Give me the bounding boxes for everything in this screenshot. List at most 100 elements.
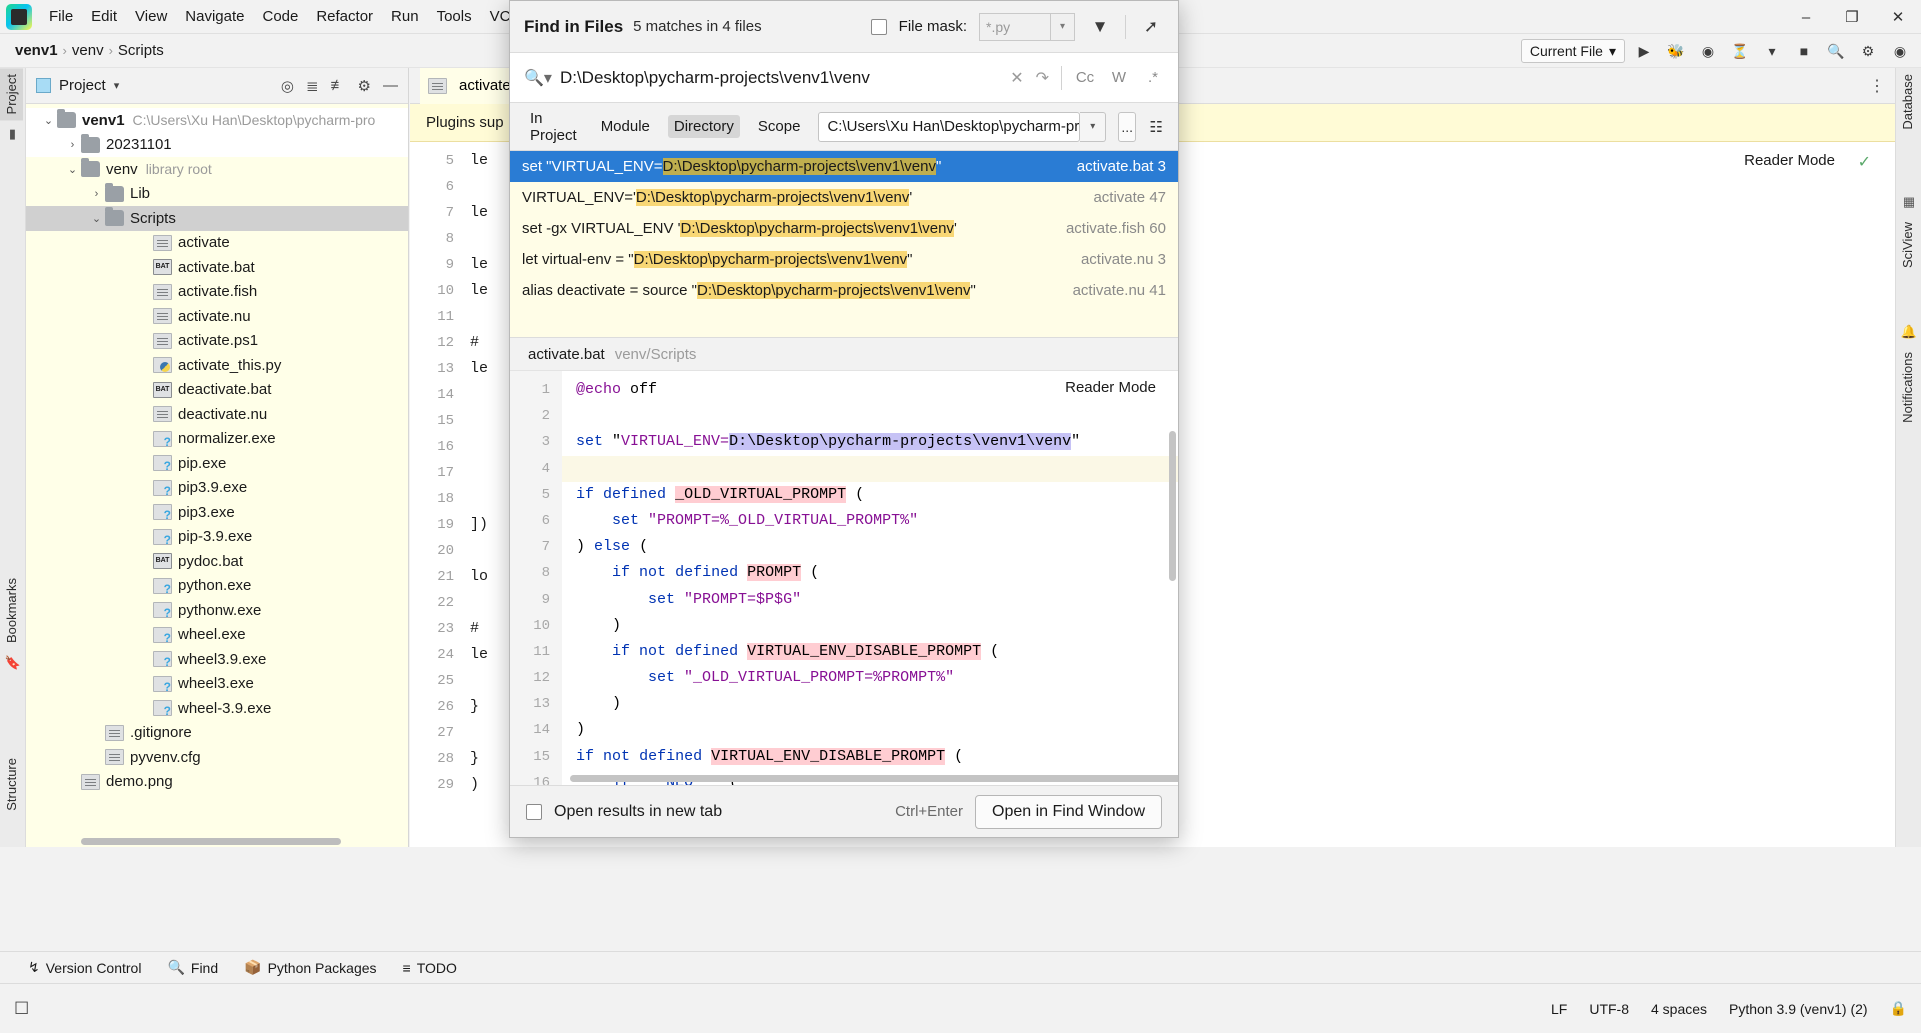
breadcrumb-venv[interactable]: venv — [69, 42, 107, 59]
tree-item-wheel3-9-exe[interactable]: wheel3.9.exe — [26, 647, 408, 672]
tree-item-demo-png[interactable]: demo.png — [26, 770, 408, 795]
history-icon[interactable]: ↷ — [1036, 68, 1049, 88]
chevron-down-icon[interactable]: ⌄ — [88, 212, 105, 225]
hide-panel-icon[interactable]: — — [383, 77, 398, 94]
search-result-row[interactable]: alias deactivate = source "D:\Desktop\py… — [510, 275, 1178, 306]
search-result-row[interactable]: set -gx VIRTUAL_ENV 'D:\Desktop\pycharm-… — [510, 213, 1178, 244]
tree-item-pip3-9-exe[interactable]: pip3.9.exe — [26, 476, 408, 501]
menu-run[interactable]: Run — [382, 4, 428, 29]
scope-tab-directory[interactable]: Directory — [667, 115, 740, 138]
tool-todo[interactable]: ≡ TODO — [403, 960, 457, 976]
tree-item-wheel-3-9-exe[interactable]: wheel-3.9.exe — [26, 696, 408, 721]
layout-toggle-icon[interactable]: ☐ — [14, 999, 29, 1019]
pin-icon[interactable]: ➚ — [1138, 17, 1164, 37]
run-configuration-selector[interactable]: Current File ▾ — [1520, 39, 1625, 63]
preview-code[interactable]: @echo off set "VIRTUAL_ENV=D:\Desktop\py… — [562, 371, 1178, 785]
preview-vertical-scrollbar[interactable] — [1169, 431, 1176, 581]
tool-version-control[interactable]: ↯ Version Control — [28, 959, 141, 976]
chevron-down-icon[interactable]: ▾ — [114, 79, 120, 92]
tree-item-normalizer-exe[interactable]: normalizer.exe — [26, 427, 408, 452]
tree-item-pip-exe[interactable]: pip.exe — [26, 451, 408, 476]
tree-item-scripts[interactable]: ⌄ Scripts — [26, 206, 408, 231]
menu-code[interactable]: Code — [253, 4, 307, 29]
project-file-tree[interactable]: ⌄ venv1 C:\Users\Xu Han\Desktop\pycharm-pr… — [26, 104, 408, 794]
menu-tools[interactable]: Tools — [428, 4, 481, 29]
clear-icon[interactable]: ✕ — [1010, 68, 1023, 88]
lock-icon[interactable]: 🔒 — [1890, 1000, 1907, 1017]
tree-item-wheel-exe[interactable]: wheel.exe — [26, 623, 408, 648]
scope-tab-module[interactable]: Module — [595, 115, 656, 138]
tree-item-deactivate-nu[interactable]: deactivate.nu — [26, 402, 408, 427]
tree-item-20231101[interactable]: › 20231101 — [26, 132, 408, 157]
status-encoding[interactable]: UTF-8 — [1589, 1001, 1629, 1017]
tree-item-activate-ps1[interactable]: activate.ps1 — [26, 329, 408, 354]
menu-edit[interactable]: Edit — [82, 4, 126, 29]
breadcrumb-scripts[interactable]: Scripts — [115, 42, 167, 59]
sidebar-tab-notifications[interactable]: Notifications — [1896, 346, 1919, 429]
sidebar-tab-database[interactable]: Database — [1896, 68, 1919, 136]
menu-view[interactable]: View — [126, 4, 176, 29]
tree-item-pyvenv-cfg[interactable]: pyvenv.cfg — [26, 745, 408, 770]
chevron-down-icon[interactable]: ▾ — [1051, 12, 1075, 41]
tree-item--gitignore[interactable]: .gitignore — [26, 721, 408, 746]
regex-icon[interactable]: .* — [1142, 69, 1164, 86]
file-mask-input[interactable]: *.py — [979, 12, 1051, 41]
sidebar-tab-sciview[interactable]: SciView — [1896, 216, 1919, 274]
tool-find[interactable]: 🔍 Find — [167, 959, 218, 976]
chevron-down-icon[interactable]: ▾ — [1080, 111, 1107, 142]
search-input[interactable]: D:\Desktop\pycharm-projects\venv1\venv — [560, 68, 1002, 88]
search-result-row[interactable]: VIRTUAL_ENV='D:\Desktop\pycharm-projects… — [510, 182, 1178, 213]
debug-icon[interactable]: 🐝 — [1663, 39, 1689, 63]
preview-horizontal-scrollbar[interactable] — [570, 775, 1178, 782]
run-icon[interactable]: ▶ — [1631, 39, 1657, 63]
tree-item-pip-3-9-exe[interactable]: pip-3.9.exe — [26, 525, 408, 550]
tree-item-wheel3-exe[interactable]: wheel3.exe — [26, 672, 408, 697]
menu-navigate[interactable]: Navigate — [176, 4, 253, 29]
expand-all-icon[interactable]: ≣ — [306, 77, 319, 95]
maximize-icon[interactable]: ❐ — [1829, 0, 1875, 34]
tree-item-activate-this-py[interactable]: activate_this.py — [26, 353, 408, 378]
sidebar-tab-bookmarks[interactable]: Bookmarks — [0, 572, 23, 649]
filter-icon[interactable]: ▼ — [1087, 17, 1113, 37]
directory-input[interactable]: C:\Users\Xu Han\Desktop\pycharm-pr — [818, 111, 1081, 142]
tree-item-activate-fish[interactable]: activate.fish — [26, 280, 408, 305]
search-icon[interactable]: 🔍▾ — [524, 68, 552, 88]
search-result-row[interactable]: let virtual-env = "D:\Desktop\pycharm-pr… — [510, 244, 1178, 275]
whole-words-icon[interactable]: W — [1108, 69, 1130, 86]
settings-icon[interactable]: ⚙ — [1855, 39, 1881, 63]
sidebar-tab-structure[interactable]: Structure — [0, 752, 23, 817]
locate-icon[interactable]: ◎ — [281, 77, 294, 95]
gear-icon[interactable]: ⚙ — [358, 77, 371, 95]
preview-pane[interactable]: 1 2 3 4 5 6 7 8 9 10 11 12 13 14 15 16 @echo off set "V… — [510, 371, 1178, 785]
sidebar-tab-project[interactable]: Project — [0, 68, 23, 121]
search-results-list[interactable]: set "VIRTUAL_ENV=D:\Desktop\pycharm-proj… — [510, 151, 1178, 337]
tree-item-python-exe[interactable]: python.exe — [26, 574, 408, 599]
tool-python-packages[interactable]: 📦 Python Packages — [244, 959, 376, 976]
recursive-search-icon[interactable]: ☷ — [1148, 112, 1164, 142]
status-interpreter[interactable]: Python 3.9 (venv1) (2) — [1729, 1001, 1868, 1017]
chevron-down-icon[interactable]: ⌄ — [64, 163, 81, 176]
minimize-icon[interactable]: – — [1783, 0, 1829, 34]
close-icon[interactable]: ✕ — [1875, 0, 1921, 34]
match-case-icon[interactable]: Cc — [1074, 69, 1096, 86]
tree-item-deactivate-bat[interactable]: BAT deactivate.bat — [26, 378, 408, 403]
chevron-right-icon[interactable]: › — [88, 188, 105, 200]
tree-item-activate-bat[interactable]: BAT activate.bat — [26, 255, 408, 280]
tree-item-pydoc-bat[interactable]: BAT pydoc.bat — [26, 549, 408, 574]
tree-item-pythonw-exe[interactable]: pythonw.exe — [26, 598, 408, 623]
open-in-new-tab-checkbox[interactable] — [526, 803, 542, 820]
menu-file[interactable]: File — [40, 4, 82, 29]
tree-item-venv[interactable]: ⌄ venv library root — [26, 157, 408, 182]
chevron-right-icon[interactable]: › — [64, 139, 81, 151]
project-horizontal-scrollbar[interactable] — [81, 838, 341, 845]
open-in-find-window-button[interactable]: Open in Find Window — [975, 794, 1162, 829]
search-everywhere-icon[interactable]: 🔍 — [1823, 39, 1849, 63]
tree-item-lib[interactable]: › Lib — [26, 182, 408, 207]
more-run-icon[interactable]: ▾ — [1759, 39, 1785, 63]
menu-refactor[interactable]: Refactor — [307, 4, 382, 29]
status-line-separator[interactable]: LF — [1551, 1001, 1567, 1017]
tree-item-venv1[interactable]: ⌄ venv1 C:\Users\Xu Han\Desktop\pycharm-pr… — [26, 108, 408, 133]
search-result-row[interactable]: set "VIRTUAL_ENV=D:\Desktop\pycharm-proj… — [510, 151, 1178, 182]
collapse-all-icon[interactable]: ≢ — [331, 77, 346, 94]
status-indent[interactable]: 4 spaces — [1651, 1001, 1707, 1017]
